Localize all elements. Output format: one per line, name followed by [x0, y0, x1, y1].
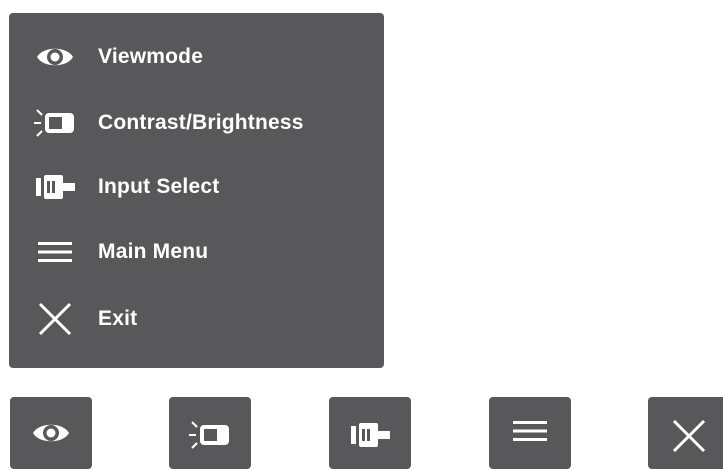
- menu-lines-icon: [512, 419, 548, 443]
- menu-item-exit[interactable]: Exit: [9, 290, 384, 348]
- hotkey-contrast-brightness-button[interactable]: [169, 397, 251, 469]
- eye-icon: [31, 419, 71, 447]
- hotkey-input-select-button[interactable]: [329, 397, 411, 469]
- menu-item-viewmode[interactable]: Viewmode: [9, 28, 384, 86]
- menu-item-label: Main Menu: [98, 240, 209, 263]
- menu-item-label: Contrast/Brightness: [98, 111, 304, 134]
- menu-item-main-menu[interactable]: Main Menu: [9, 223, 384, 281]
- contrast-brightness-icon: [33, 105, 77, 141]
- osd-quick-menu: Viewmode Contrast/Brightness Input Selec: [9, 13, 384, 368]
- input-connector-icon: [33, 169, 77, 205]
- menu-item-contrast-brightness[interactable]: Contrast/Brightness: [9, 94, 384, 152]
- eye-icon: [33, 39, 77, 75]
- menu-lines-icon: [33, 234, 77, 270]
- hotkey-viewmode-button[interactable]: [10, 397, 92, 469]
- hotkey-main-menu-button[interactable]: [489, 397, 571, 469]
- contrast-brightness-icon: [188, 419, 232, 451]
- close-x-icon: [33, 301, 77, 337]
- input-connector-icon: [348, 419, 392, 451]
- menu-item-input-select[interactable]: Input Select: [9, 158, 384, 216]
- hotkey-exit-button[interactable]: [648, 397, 723, 469]
- menu-item-label: Exit: [98, 307, 138, 330]
- menu-item-label: Viewmode: [98, 45, 204, 68]
- close-x-icon: [671, 419, 707, 453]
- menu-item-label: Input Select: [98, 175, 220, 198]
